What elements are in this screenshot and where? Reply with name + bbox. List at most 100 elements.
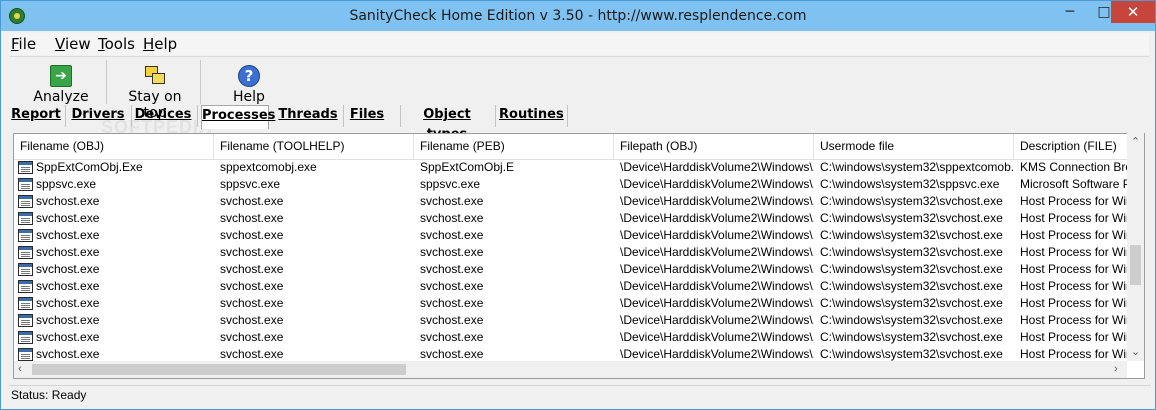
process-window-icon xyxy=(18,178,33,191)
table-row[interactable]: sppsvc.exe sppsvc.exe sppsvc.exe \Device\Ha… xyxy=(14,176,1128,193)
tab-threads[interactable]: Threads xyxy=(275,105,341,129)
app-window: SanityCheck Home Edition v 3.50 - http:/… xyxy=(0,0,1156,410)
column-header[interactable]: Filename (OBJ) xyxy=(14,134,214,159)
process-table[interactable]: Filename (OBJ) Filename (TOOLHELP) Filen… xyxy=(13,133,1145,379)
table-row[interactable]: svchost.exe svchost.exe svchost.exe \Device… xyxy=(14,210,1128,227)
title-bar[interactable]: SanityCheck Home Edition v 3.50 - http:/… xyxy=(1,1,1155,31)
vertical-scroll-thumb[interactable] xyxy=(1130,245,1141,285)
table-row[interactable]: svchost.exe svchost.exe svchost.exe \Device… xyxy=(14,227,1128,244)
table-cell: svchost.exe xyxy=(214,295,414,312)
table-row[interactable]: svchost.exe svchost.exe svchost.exe \Device… xyxy=(14,261,1128,278)
cell-text: SppExtComObj.E xyxy=(420,160,515,174)
cell-text: svchost.exe xyxy=(420,279,484,293)
analyze-arrow-icon xyxy=(50,65,72,87)
cell-text: C:\windows\system32\svchost.exe xyxy=(820,245,1003,259)
close-button[interactable]: ✕ xyxy=(1111,1,1155,23)
cell-text: Microsoft Software Protection xyxy=(1020,177,1128,191)
cell-text: svchost.exe xyxy=(220,330,284,344)
table-row[interactable]: svchost.exe svchost.exe svchost.exe \Device… xyxy=(14,278,1128,295)
help-button[interactable]: Help xyxy=(227,59,271,105)
table-cell: Host Process for Windows xyxy=(1014,295,1128,312)
table-cell: \Device\HarddiskVolume2\Windows\... xyxy=(614,278,814,295)
cell-text: svchost.exe xyxy=(420,347,484,361)
cell-text: svchost.exe xyxy=(220,296,284,310)
cell-text: svchost.exe xyxy=(220,279,284,293)
cell-text: svchost.exe xyxy=(420,262,484,276)
scroll-up-arrow-icon[interactable]: ⌃ xyxy=(1127,135,1144,148)
tab-object-types[interactable]: Object types xyxy=(405,105,489,142)
table-cell: svchost.exe xyxy=(414,244,614,261)
table-row[interactable]: svchost.exe svchost.exe svchost.exe \Device… xyxy=(14,244,1128,261)
cell-text: KMS Connection Broker xyxy=(1020,160,1128,174)
scroll-left-arrow-icon[interactable]: ‹ xyxy=(18,361,22,378)
toolbar-separator xyxy=(106,60,107,104)
cell-text: svchost.exe xyxy=(420,313,484,327)
table-cell: SppExtComObj.E xyxy=(414,159,614,176)
table-row[interactable]: svchost.exe svchost.exe svchost.exe \Device… xyxy=(14,295,1128,312)
cell-text: svchost.exe xyxy=(220,228,284,242)
table-cell: svchost.exe xyxy=(214,210,414,227)
cell-text: svchost.exe xyxy=(220,262,284,276)
tab-divider xyxy=(65,105,66,127)
table-row[interactable]: SppExtComObj.Exe sppextcomobj.exe SppExtCo… xyxy=(14,159,1128,176)
scroll-right-arrow-icon[interactable]: › xyxy=(1114,361,1118,378)
menu-view[interactable]: View xyxy=(55,35,91,53)
analyze-button[interactable]: Analyze xyxy=(33,59,89,105)
menu-tools[interactable]: Tools xyxy=(98,35,135,53)
cell-text: sppsvc.exe xyxy=(36,177,97,191)
cell-text: svchost.exe xyxy=(420,228,484,242)
cell-text: sppsvc.exe xyxy=(420,177,481,191)
tab-label: Drivers xyxy=(71,107,125,122)
column-header[interactable]: Description (FILE) xyxy=(1014,134,1128,159)
tab-routines[interactable]: Routines xyxy=(499,105,564,129)
process-window-icon xyxy=(18,229,33,242)
cell-text: svchost.exe xyxy=(420,330,484,344)
process-window-icon xyxy=(18,280,33,293)
process-window-icon xyxy=(18,195,33,208)
column-header[interactable]: Filepath (OBJ) xyxy=(614,134,814,159)
table-cell: svchost.exe xyxy=(14,227,214,244)
tab-divider xyxy=(495,105,496,127)
cell-text: \Device\HarddiskVolume2\Windows\... xyxy=(620,160,814,174)
process-window-icon xyxy=(18,246,33,259)
cell-text: \Device\HarddiskVolume2\Windows\... xyxy=(620,313,814,327)
table-cell: svchost.exe xyxy=(414,329,614,346)
tab-report[interactable]: Report xyxy=(9,105,63,129)
horizontal-scrollbar[interactable]: ‹ › xyxy=(14,361,1127,378)
table-row[interactable]: svchost.exe svchost.exe svchost.exe \Device… xyxy=(14,329,1128,346)
menu-help[interactable]: Help xyxy=(143,35,177,53)
table-cell: svchost.exe xyxy=(14,210,214,227)
minimize-button[interactable]: ─ xyxy=(1053,1,1087,23)
horizontal-scroll-thumb[interactable] xyxy=(32,364,406,375)
table-cell: C:\windows\system32\svchost.exe xyxy=(814,210,1014,227)
cell-text: svchost.exe xyxy=(36,262,100,276)
menu-file[interactable]: File xyxy=(11,35,36,53)
cell-text: \Device\HarddiskVolume2\Windows\... xyxy=(620,296,814,310)
table-row[interactable]: svchost.exe svchost.exe svchost.exe \Device… xyxy=(14,312,1128,329)
cell-text: \Device\HarddiskVolume2\Windows\... xyxy=(620,177,814,191)
tab-drivers[interactable]: Drivers xyxy=(67,105,129,129)
scroll-down-arrow-icon[interactable]: ⌄ xyxy=(1127,345,1144,358)
table-cell: Host Process for Windows xyxy=(1014,312,1128,329)
menu-bar: File View Tools Help xyxy=(9,33,1149,55)
table-cell: C:\windows\system32\sppextcomob... xyxy=(814,159,1014,176)
tab-devices[interactable]: Devices xyxy=(133,105,193,129)
table-cell: C:\windows\system32\svchost.exe xyxy=(814,278,1014,295)
vertical-scrollbar[interactable]: ⌃ ⌄ xyxy=(1127,133,1144,361)
toolbar-separator xyxy=(200,60,201,104)
table-cell: C:\windows\system32\svchost.exe xyxy=(814,193,1014,210)
tab-files[interactable]: Files xyxy=(345,105,389,129)
menu-help-label: elp xyxy=(154,35,178,53)
column-header[interactable]: Usermode file xyxy=(814,134,1014,159)
column-header[interactable]: Filename (TOOLHELP) xyxy=(214,134,414,159)
table-cell: svchost.exe xyxy=(214,329,414,346)
column-header[interactable]: Filename (PEB) xyxy=(414,134,614,159)
cell-text: \Device\HarddiskVolume2\Windows\... xyxy=(620,262,814,276)
table-cell: svchost.exe xyxy=(414,295,614,312)
table-cell: Host Process for Windows xyxy=(1014,210,1128,227)
cell-text: svchost.exe xyxy=(36,313,100,327)
table-row[interactable]: svchost.exe svchost.exe svchost.exe \Device… xyxy=(14,193,1128,210)
table-cell: Host Process for Windows xyxy=(1014,244,1128,261)
tab-processes[interactable]: Processes xyxy=(201,105,275,129)
cell-text: Host Process for Windows xyxy=(1020,228,1128,242)
